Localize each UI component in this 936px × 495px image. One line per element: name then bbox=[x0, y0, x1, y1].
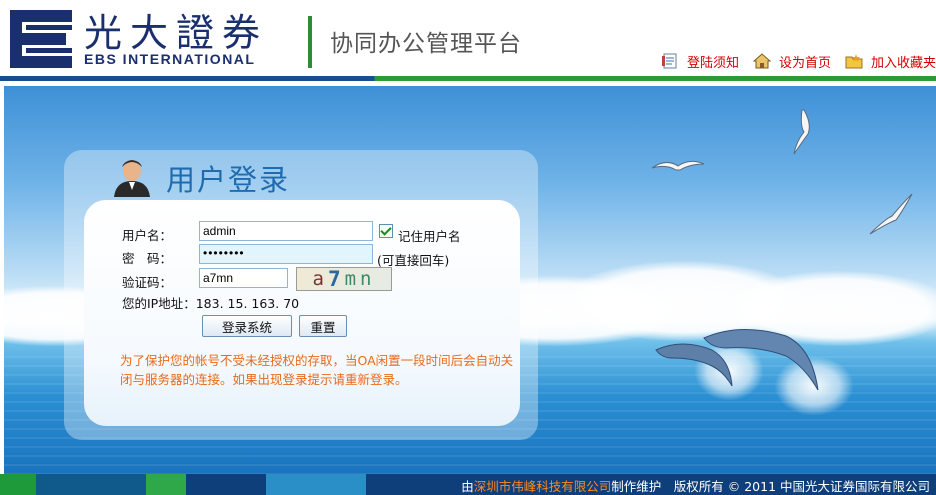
seagull-icon bbox=[651, 160, 705, 171]
ebs-logo-icon bbox=[10, 10, 72, 68]
captcha-label: 验证码： bbox=[122, 275, 173, 290]
captcha-input[interactable] bbox=[199, 268, 288, 288]
footer-maintainer-link[interactable]: 深圳市伟峰科技有限公司 bbox=[474, 479, 612, 494]
footer: 由深圳市伟峰科技有限公司制作维护 版权所有 © 2011 中国光大证券国际有限公… bbox=[0, 474, 936, 495]
add-favorites-link[interactable]: 加入收藏夹 bbox=[845, 52, 936, 71]
footer-stripes bbox=[0, 474, 426, 495]
captcha-char: mn bbox=[344, 268, 376, 290]
ip-address-value: 183. 15. 163. 70 bbox=[195, 296, 300, 311]
favorites-folder-icon bbox=[845, 53, 863, 69]
captcha-char: a bbox=[312, 268, 328, 290]
ip-label-text: 您的IP地址： bbox=[122, 296, 196, 311]
brand-name-en: EBS INTERNATIONAL bbox=[84, 51, 256, 67]
login-submit-button[interactable]: 登录系统 bbox=[202, 315, 292, 337]
header: 光大證券 EBS INTERNATIONAL 协同办公管理平台 登陆须知 设为首… bbox=[0, 0, 936, 80]
platform-title: 协同办公管理平台 bbox=[330, 31, 522, 57]
set-homepage-label: 设为首页 bbox=[778, 55, 831, 71]
login-notice-label: 登陆须知 bbox=[686, 55, 739, 71]
user-icon bbox=[114, 160, 150, 197]
login-title: 用户登录 bbox=[166, 163, 291, 197]
security-notice: 为了保护您的帐号不受未经授权的存取，当OA闲置一段时间后会自动关闭与服务器的连接… bbox=[120, 353, 514, 387]
username-input[interactable] bbox=[199, 221, 373, 241]
footer-suffix: 制作维护 版权所有 © 2011 中国光大证券国际有限公司 bbox=[611, 479, 930, 494]
password-label: 密 码： bbox=[122, 251, 173, 266]
top-links: 登陆须知 设为首页 加入收藏夹 bbox=[647, 50, 936, 72]
dolphin-icon bbox=[703, 329, 819, 391]
remember-username-label: 记住用户名 bbox=[398, 229, 461, 244]
footer-prefix: 由 bbox=[461, 479, 474, 494]
login-notice-link[interactable]: 登陆须知 bbox=[661, 52, 739, 71]
brand-name-cn: 光大證券 bbox=[84, 11, 269, 55]
set-homepage-link[interactable]: 设为首页 bbox=[752, 52, 831, 71]
footer-copyright: 由深圳市伟峰科技有限公司制作维护 版权所有 © 2011 中国光大证券国际有限公… bbox=[461, 476, 930, 495]
captcha-image[interactable]: a 7 mn bbox=[296, 267, 392, 291]
password-input[interactable]: •••••••• bbox=[199, 244, 373, 264]
seagull-icon bbox=[793, 109, 810, 155]
seagull-icon bbox=[869, 193, 913, 235]
header-color-bar bbox=[0, 76, 936, 81]
header-divider bbox=[308, 16, 312, 68]
add-favorites-label: 加入收藏夹 bbox=[870, 55, 936, 71]
remember-username-checkbox[interactable] bbox=[379, 224, 393, 238]
captcha-char: 7 bbox=[327, 267, 345, 291]
reset-button[interactable]: 重置 bbox=[299, 315, 347, 337]
notice-document-icon bbox=[661, 53, 679, 69]
ip-address-label: 您的IP地址：183. 15. 163. 70 bbox=[122, 293, 299, 312]
home-icon bbox=[752, 53, 772, 69]
username-label: 用户名： bbox=[122, 228, 173, 243]
